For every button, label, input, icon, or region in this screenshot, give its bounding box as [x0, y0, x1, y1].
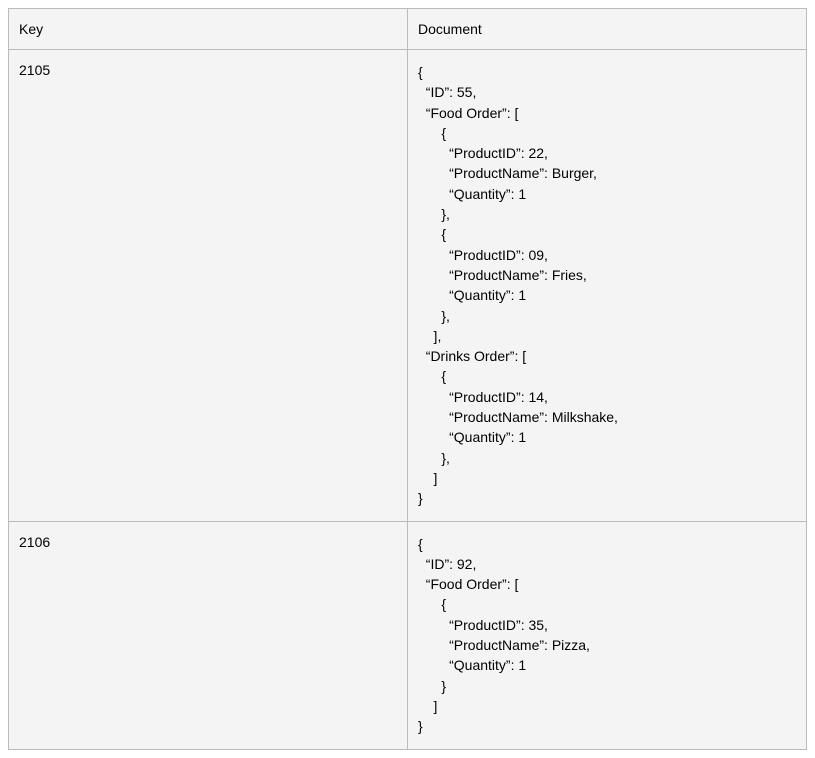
cell-key: 2105 — [9, 50, 408, 522]
document-table: Key Document 2105 { “ID”: 55, “Food Orde… — [8, 8, 807, 750]
cell-document: { “ID”: 55, “Food Order”: [ { “ProductID… — [408, 50, 807, 522]
document-content: { “ID”: 92, “Food Order”: [ { “ProductID… — [418, 534, 796, 737]
cell-key: 2106 — [9, 521, 408, 749]
table-row: 2105 { “ID”: 55, “Food Order”: [ { “Prod… — [9, 50, 807, 522]
table-header-row: Key Document — [9, 9, 807, 50]
cell-document: { “ID”: 92, “Food Order”: [ { “ProductID… — [408, 521, 807, 749]
header-key: Key — [9, 9, 408, 50]
table-row: 2106 { “ID”: 92, “Food Order”: [ { “Prod… — [9, 521, 807, 749]
document-content: { “ID”: 55, “Food Order”: [ { “ProductID… — [418, 62, 796, 509]
header-document: Document — [408, 9, 807, 50]
